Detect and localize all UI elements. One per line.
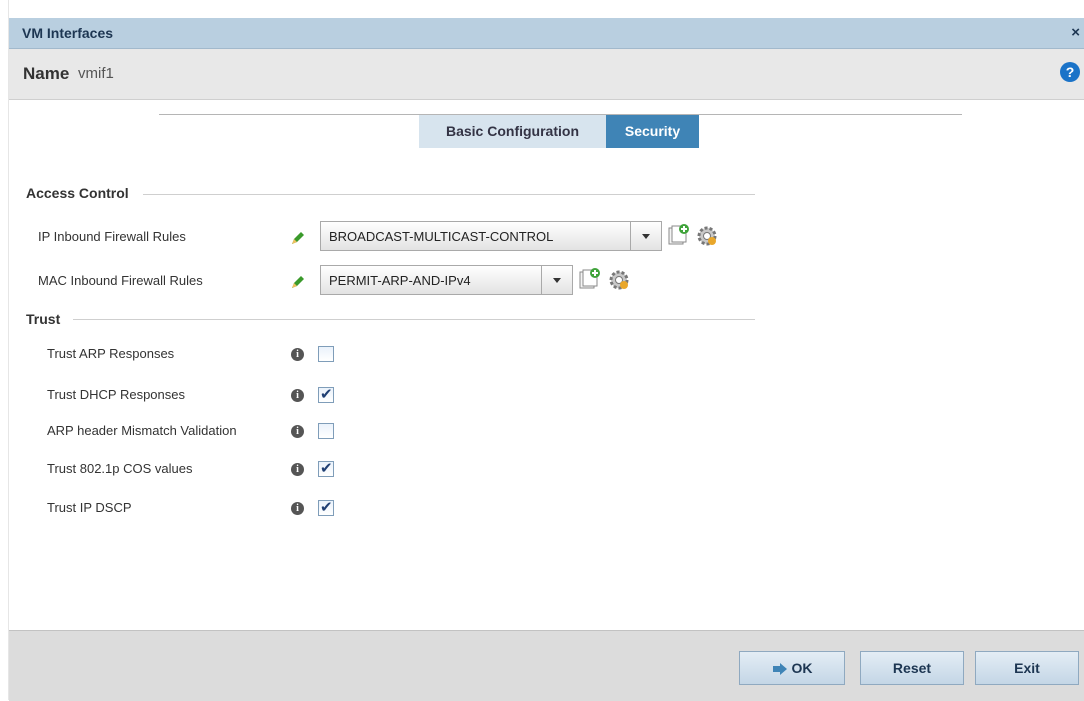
footer-bar: OK Reset Exit	[9, 630, 1084, 701]
ok-button-label: OK	[791, 660, 813, 676]
create-new-icon[interactable]	[667, 223, 691, 247]
trust-heading: Trust	[26, 311, 61, 327]
info-icon[interactable]: i	[291, 502, 304, 515]
ok-arrow-icon	[772, 663, 787, 676]
info-icon[interactable]: i	[291, 425, 304, 438]
create-new-icon[interactable]	[578, 267, 602, 291]
access-control-heading: Access Control	[26, 185, 129, 201]
ip-inbound-firewall-rules-label: IP Inbound Firewall Rules	[38, 229, 186, 244]
trust-arp-responses-label: Trust ARP Responses	[47, 346, 175, 361]
name-bar: Name vmif1 ?	[9, 49, 1084, 100]
trust-dhcp-responses-label: Trust DHCP Responses	[47, 387, 185, 402]
info-icon[interactable]: i	[291, 389, 304, 402]
trust-ip-dscp-label: Trust IP DSCP	[47, 500, 132, 515]
mac-inbound-firewall-rules-select[interactable]: PERMIT-ARP-AND-IPv4	[320, 265, 573, 295]
mac-inbound-firewall-rules-value: PERMIT-ARP-AND-IPv4	[329, 273, 471, 288]
dialog-title: VM Interfaces	[22, 25, 114, 41]
trust-dhcp-responses-checkbox[interactable]	[318, 385, 334, 403]
trust-8021p-cos-values-checkbox[interactable]	[318, 459, 334, 477]
close-icon[interactable]: ×	[1071, 24, 1080, 41]
name-value: vmif1	[78, 65, 114, 82]
ip-inbound-firewall-rules-select[interactable]: BROADCAST-MULTICAST-CONTROL	[320, 221, 662, 251]
edit-pencil-icon[interactable]	[291, 275, 305, 289]
name-label: Name	[23, 64, 70, 83]
trust-8021p-cos-values-label: Trust 802.1p COS values	[47, 461, 193, 476]
info-icon[interactable]: i	[291, 463, 304, 476]
dropdown-arrow-icon[interactable]	[630, 222, 661, 250]
access-control-divider	[143, 194, 755, 195]
configure-gear-icon[interactable]	[695, 224, 719, 248]
tab-security[interactable]: Security	[606, 115, 699, 148]
help-icon[interactable]: ?	[1060, 62, 1080, 82]
info-icon[interactable]: i	[291, 348, 304, 361]
trust-ip-dscp-checkbox[interactable]	[318, 498, 334, 516]
arp-header-mismatch-validation-checkbox[interactable]	[318, 423, 334, 439]
vm-interfaces-dialog: VM Interfaces × Name vmif1 ? Basic Confi…	[9, 18, 1084, 701]
edit-pencil-icon[interactable]	[291, 231, 305, 245]
exit-button[interactable]: Exit	[975, 651, 1079, 685]
dropdown-arrow-icon[interactable]	[541, 266, 572, 294]
trust-divider	[73, 319, 755, 320]
reset-button[interactable]: Reset	[860, 651, 964, 685]
tab-basic-configuration[interactable]: Basic Configuration	[419, 115, 606, 148]
window-left-edge	[0, 0, 9, 700]
trust-arp-responses-checkbox[interactable]	[318, 346, 334, 362]
mac-inbound-firewall-rules-label: MAC Inbound Firewall Rules	[38, 273, 203, 288]
title-bar: VM Interfaces ×	[9, 18, 1084, 49]
configure-gear-icon[interactable]	[607, 268, 631, 292]
arp-header-mismatch-validation-label: ARP header Mismatch Validation	[47, 423, 237, 438]
ip-inbound-firewall-rules-value: BROADCAST-MULTICAST-CONTROL	[329, 229, 554, 244]
ok-button[interactable]: OK	[739, 651, 845, 685]
